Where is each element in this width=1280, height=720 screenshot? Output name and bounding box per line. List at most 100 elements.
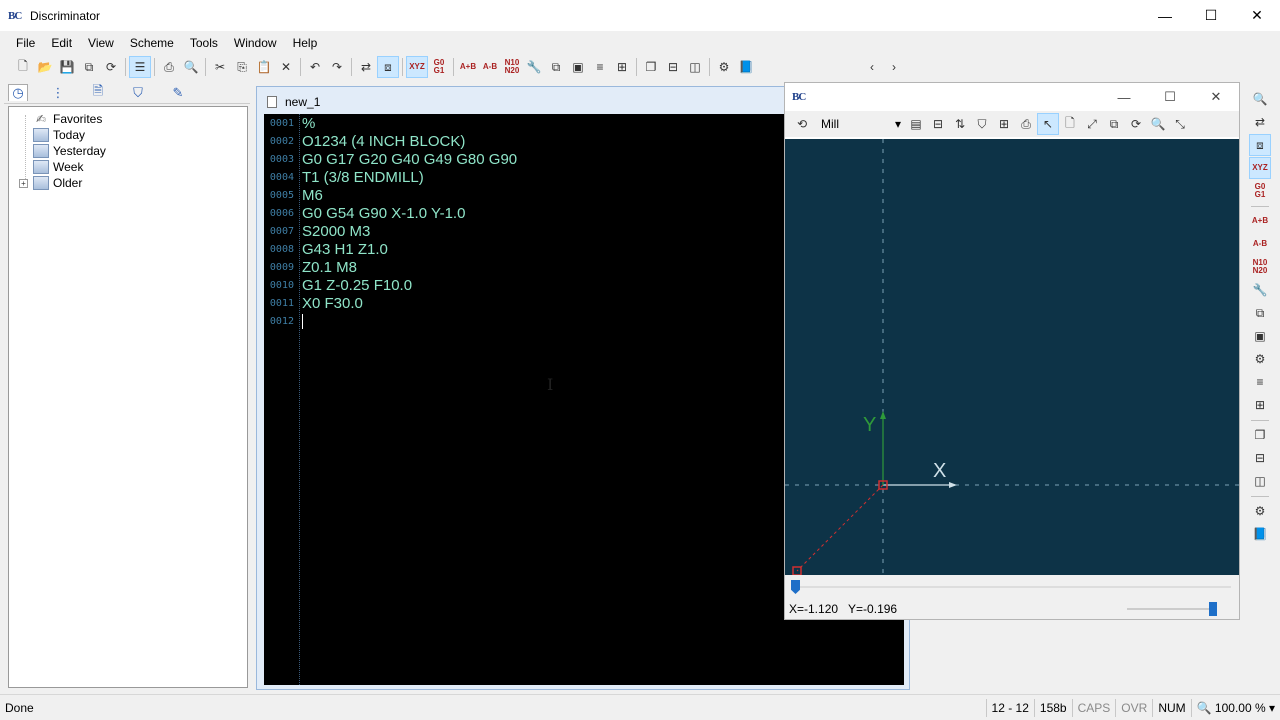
backplot-maximize-button[interactable]: ☐ <box>1147 83 1193 111</box>
maximize-button[interactable]: ☐ <box>1188 0 1234 31</box>
recent-icon[interactable]: ◷ <box>8 84 28 101</box>
wrench-right-icon[interactable]: 🔧 <box>1249 279 1271 301</box>
tree-item-yesterday[interactable]: Yesterday <box>33 143 106 159</box>
save-all-icon[interactable]: ⧉ <box>78 56 100 78</box>
copy-icon[interactable]: ⎘ <box>231 56 253 78</box>
list-right-icon[interactable]: ≡ <box>1249 371 1271 393</box>
zoom-control[interactable]: 🔍 100.00 % ▾ <box>1190 698 1280 717</box>
transform-icon[interactable]: ⊞ <box>611 56 633 78</box>
wrench-icon[interactable]: 🔧 <box>523 56 545 78</box>
playback-slider[interactable] <box>785 575 1239 599</box>
menu-edit[interactable]: Edit <box>43 36 80 50</box>
outline-tab-icon[interactable]: ⋮ <box>48 85 68 101</box>
files-tab-icon[interactable]: 🗎 <box>88 82 108 104</box>
select-pointer-icon[interactable]: ↖ <box>1037 113 1059 135</box>
rotate-icon[interactable]: ⟳ <box>1125 113 1147 135</box>
fit-icon[interactable]: ⤢ <box>1081 113 1103 135</box>
menu-tools[interactable]: Tools <box>182 36 226 50</box>
nav-back-icon[interactable]: ‹ <box>861 56 883 78</box>
compare-icon[interactable]: ⇄ <box>355 56 377 78</box>
g0-g1-right-icon[interactable]: G0 G1 <box>1249 180 1271 202</box>
plugins-icon[interactable]: ⚙ <box>713 56 735 78</box>
zoom-icon[interactable]: 🔍 <box>1147 113 1169 135</box>
print-preview-icon[interactable]: 🔍 <box>180 56 202 78</box>
paste-icon[interactable]: 📋 <box>253 56 275 78</box>
save-icon[interactable]: 💾 <box>56 56 78 78</box>
cascade-icon[interactable]: ❐ <box>640 56 662 78</box>
remove-spaces-icon[interactable]: A-B <box>479 56 501 78</box>
settings-block-right-icon[interactable]: ⚙ <box>1249 348 1271 370</box>
cascade-right-icon[interactable]: ❐ <box>1249 424 1271 446</box>
line-code: G0 G17 G20 G40 G49 G80 G90 <box>302 150 518 168</box>
tree-item-week[interactable]: Week <box>33 159 83 175</box>
cut-icon[interactable]: ✂ <box>209 56 231 78</box>
reload-icon[interactable]: ⟳ <box>100 56 122 78</box>
help-book-icon[interactable]: 📘 <box>735 56 757 78</box>
renumber-icon[interactable]: N10 N20 <box>501 56 523 78</box>
tree-item-today[interactable]: Today <box>33 127 85 143</box>
backplot-right-icon[interactable]: XYZ <box>1249 157 1271 179</box>
setup-icon[interactable]: ▤ <box>905 113 927 135</box>
grid-icon[interactable]: ⊞ <box>993 113 1015 135</box>
close-button[interactable]: ✕ <box>1234 0 1280 31</box>
machine-type-select[interactable]: Mill ▾ <box>817 114 905 134</box>
zoom-window-icon[interactable]: ⧉ <box>1103 113 1125 135</box>
menu-file[interactable]: File <box>8 36 43 50</box>
menu-view[interactable]: View <box>80 36 122 50</box>
delete-icon[interactable]: ✕ <box>275 56 297 78</box>
menu-window[interactable]: Window <box>226 36 285 50</box>
undo-icon[interactable]: ↶ <box>304 56 326 78</box>
compare-active-icon[interactable]: ⧈ <box>377 56 399 78</box>
menu-help[interactable]: Help <box>285 36 326 50</box>
copy-block-right-icon[interactable]: ⧉ <box>1249 302 1271 324</box>
renumber-right-icon[interactable]: N10 N20 <box>1249 256 1271 278</box>
nav-forward-icon[interactable]: › <box>883 56 905 78</box>
remove-spaces-right-icon[interactable]: A-B <box>1249 233 1271 255</box>
speed-slider-thumb[interactable] <box>1209 602 1217 616</box>
backplot-minimize-button[interactable]: — <box>1101 83 1147 111</box>
new-file-icon[interactable]: 🗋 <box>12 56 34 78</box>
print-icon[interactable]: ⎙ <box>158 56 180 78</box>
help-book-right-icon[interactable]: 📘 <box>1249 523 1271 545</box>
add-spaces-right-icon[interactable]: A+B <box>1249 210 1271 232</box>
copy-block-icon[interactable]: ⧉ <box>545 56 567 78</box>
backplot-canvas[interactable]: X Y <box>785 139 1239 575</box>
outline-icon[interactable]: ☰ <box>129 56 151 78</box>
minimize-button[interactable]: — <box>1142 0 1188 31</box>
tile-horizontal-right-icon[interactable]: ⊟ <box>1249 447 1271 469</box>
notes-tab-icon[interactable]: ✎ <box>168 85 188 101</box>
backplot-xyz-icon[interactable]: XYZ <box>406 56 428 78</box>
playback-thumb[interactable] <box>791 580 800 594</box>
sort-icon[interactable]: ⇅ <box>949 113 971 135</box>
refresh-plot-icon[interactable]: ⟲ <box>791 113 813 135</box>
line-code: Z0.1 M8 <box>302 258 358 276</box>
redo-icon[interactable]: ↷ <box>326 56 348 78</box>
view-options-icon[interactable]: ⊟ <box>927 113 949 135</box>
plot-print-icon[interactable]: ⎙ <box>1015 113 1037 135</box>
expand-icon[interactable]: + <box>19 178 28 188</box>
tree-item-favorites[interactable]: ✍ Favorites <box>33 111 102 127</box>
find-icon[interactable]: 🔍 <box>1249 88 1271 110</box>
expand-view-icon[interactable]: ⤡ <box>1169 113 1191 135</box>
filter-icon[interactable]: ⛉ <box>971 113 993 135</box>
menu-scheme[interactable]: Scheme <box>122 36 182 50</box>
backplot-close-button[interactable]: ✕ <box>1193 83 1239 111</box>
shape-icon[interactable]: 🗋 <box>1059 113 1081 135</box>
editor-tab[interactable]: new_1 <box>261 92 320 112</box>
paste-block-icon[interactable]: ▣ <box>567 56 589 78</box>
add-spaces-icon[interactable]: A+B <box>457 56 479 78</box>
tree-item-older[interactable]: + Older <box>19 175 82 191</box>
plugins-right-icon[interactable]: ⚙ <box>1249 500 1271 522</box>
open-folder-icon[interactable]: 📂 <box>34 56 56 78</box>
list-icon[interactable]: ≡ <box>589 56 611 78</box>
transform-right-icon[interactable]: ⊞ <box>1249 394 1271 416</box>
filter-tab-icon[interactable]: ⛉ <box>128 85 148 101</box>
tile-vertical-right-icon[interactable]: ◫ <box>1249 470 1271 492</box>
paste-block-right-icon[interactable]: ▣ <box>1249 325 1271 347</box>
tile-vertical-icon[interactable]: ◫ <box>684 56 706 78</box>
compare-active-right-icon[interactable]: ⧈ <box>1249 134 1271 156</box>
tile-horizontal-icon[interactable]: ⊟ <box>662 56 684 78</box>
file-history-panel: ◷ ⋮ 🗎 ⛉ ✎ ✍ Favorites Today Yesterday We… <box>4 82 250 690</box>
compare-right-icon[interactable]: ⇄ <box>1249 111 1271 133</box>
g0-g1-icon[interactable]: G0 G1 <box>428 56 450 78</box>
